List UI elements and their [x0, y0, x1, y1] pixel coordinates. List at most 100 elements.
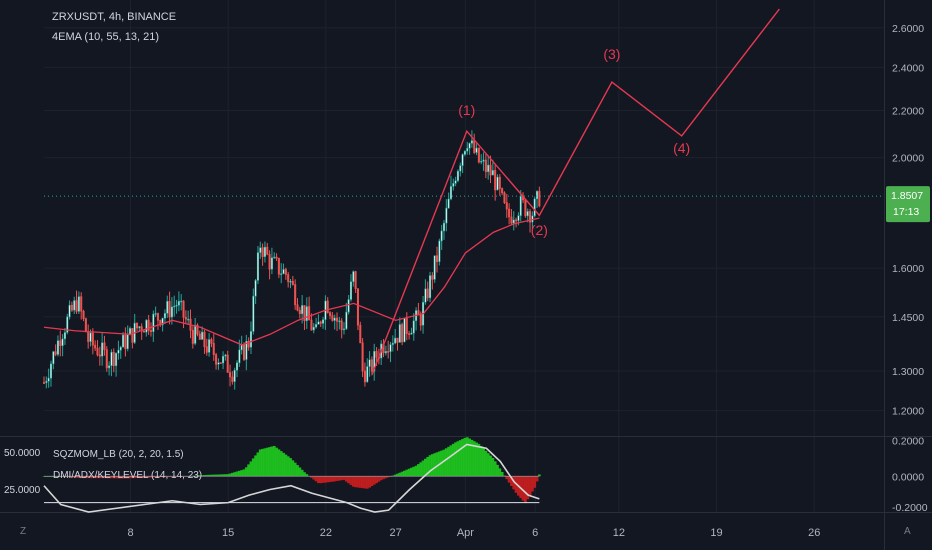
time-axis-label: 15 [222, 527, 234, 539]
candle-down [484, 159, 487, 173]
price-axis-label: 1.3000 [892, 366, 924, 378]
candle-up [333, 317, 336, 321]
candle-down [326, 300, 329, 313]
candle-up [517, 215, 520, 221]
candle-down [408, 333, 411, 335]
candle-down [210, 339, 213, 344]
candle-down [294, 284, 297, 306]
candle-up [236, 362, 239, 371]
chart-canvas[interactable]: (1) (2) (3) (4) 2.6000 2.4000 2.2000 2.0000 1.60… [0, 0, 932, 550]
candle-up [259, 247, 262, 253]
candle-down [142, 330, 146, 333]
candle-down [510, 216, 513, 224]
candle-down [277, 257, 280, 275]
wave-label-3: (3) [603, 46, 620, 62]
candle-down [268, 254, 271, 270]
time-axis-label: 19 [710, 527, 722, 539]
candle-up [280, 273, 283, 275]
candle-down [370, 359, 373, 372]
candle-up [366, 366, 369, 383]
oscillator-axis-label: 0.2000 [892, 436, 924, 448]
left-scale-label-50: 50.0000 [4, 448, 41, 459]
candle-down [205, 346, 208, 353]
candle-down [112, 351, 115, 367]
time-axis-label: 8 [127, 527, 133, 539]
candle-up [119, 346, 122, 351]
chart-window: (1) (2) (3) (4) 2.6000 2.4000 2.2000 2.0000 1.60… [0, 0, 932, 550]
candle-down [308, 306, 311, 321]
time-axis-label: 22 [320, 527, 332, 539]
candle-down [284, 269, 287, 275]
candle-up [312, 326, 315, 331]
candle-up [496, 176, 499, 191]
candle-up [126, 334, 129, 350]
candle-up [342, 328, 346, 331]
candle-up [461, 154, 464, 166]
candle-up [173, 305, 176, 308]
candle-down [219, 362, 222, 364]
oscillator-axis-label: 0.0000 [892, 471, 924, 483]
timezone-corner-button[interactable]: Z [20, 526, 26, 537]
candle-down [405, 318, 408, 334]
candle-up [412, 320, 415, 334]
candle-up [463, 150, 466, 155]
candle-up [454, 180, 457, 184]
candle-up [398, 324, 401, 343]
candle-down [340, 320, 343, 331]
candle-up [449, 186, 452, 200]
dmi-indicator-title: DMI/ADX/KEYLEVEL (14, 14, 23) [53, 470, 203, 481]
candle-up [447, 198, 450, 209]
candle-up [384, 351, 387, 354]
candle-up [468, 143, 471, 149]
candle-up [152, 313, 155, 332]
candle-up [222, 355, 225, 364]
candle-down [477, 147, 480, 163]
candle-up [194, 324, 197, 344]
candle-up [254, 280, 257, 297]
candle-down [359, 324, 362, 344]
candle-up [73, 300, 76, 311]
candle-up [170, 306, 173, 318]
candle-up [117, 349, 120, 354]
candle-up [352, 271, 355, 282]
candle-up [233, 369, 236, 382]
candle-down [538, 190, 541, 207]
candle-down [473, 140, 476, 153]
candle-down [226, 354, 229, 373]
candle-up [438, 240, 441, 262]
wave-label-2: (2) [531, 222, 548, 238]
candle-down [131, 328, 134, 343]
candle-up [403, 318, 406, 343]
candle-countdown: 17:13 [893, 206, 919, 218]
candle-down [494, 170, 497, 191]
candle-down [182, 300, 185, 318]
price-axis-label: 2.0000 [892, 153, 924, 165]
candle-down [396, 337, 399, 343]
candle-up [108, 365, 111, 369]
candle-up [252, 295, 255, 332]
candle-up [256, 252, 259, 281]
candle-down [361, 342, 364, 372]
candle-down [419, 314, 422, 326]
candle-up [273, 256, 276, 259]
candle-up [201, 331, 204, 340]
candle-down [363, 370, 366, 383]
candle-up [208, 339, 211, 353]
candle-up [322, 319, 325, 324]
time-axis-label: Apr [457, 527, 474, 539]
candle-down [54, 351, 57, 355]
price-axis-label: 2.4000 [892, 62, 924, 74]
candle-up [315, 324, 318, 328]
time-axis-label: 27 [390, 527, 402, 539]
candle-down [75, 300, 78, 312]
candle-down [436, 255, 439, 262]
candle-down [354, 271, 357, 289]
candle-up [491, 170, 494, 176]
candle-down [105, 349, 108, 369]
candle-up [487, 164, 490, 173]
auto-scale-button[interactable]: A [904, 526, 911, 537]
candle-down [91, 332, 94, 346]
candle-up [526, 211, 529, 217]
candle-up [317, 321, 320, 325]
candle-down [231, 376, 234, 382]
